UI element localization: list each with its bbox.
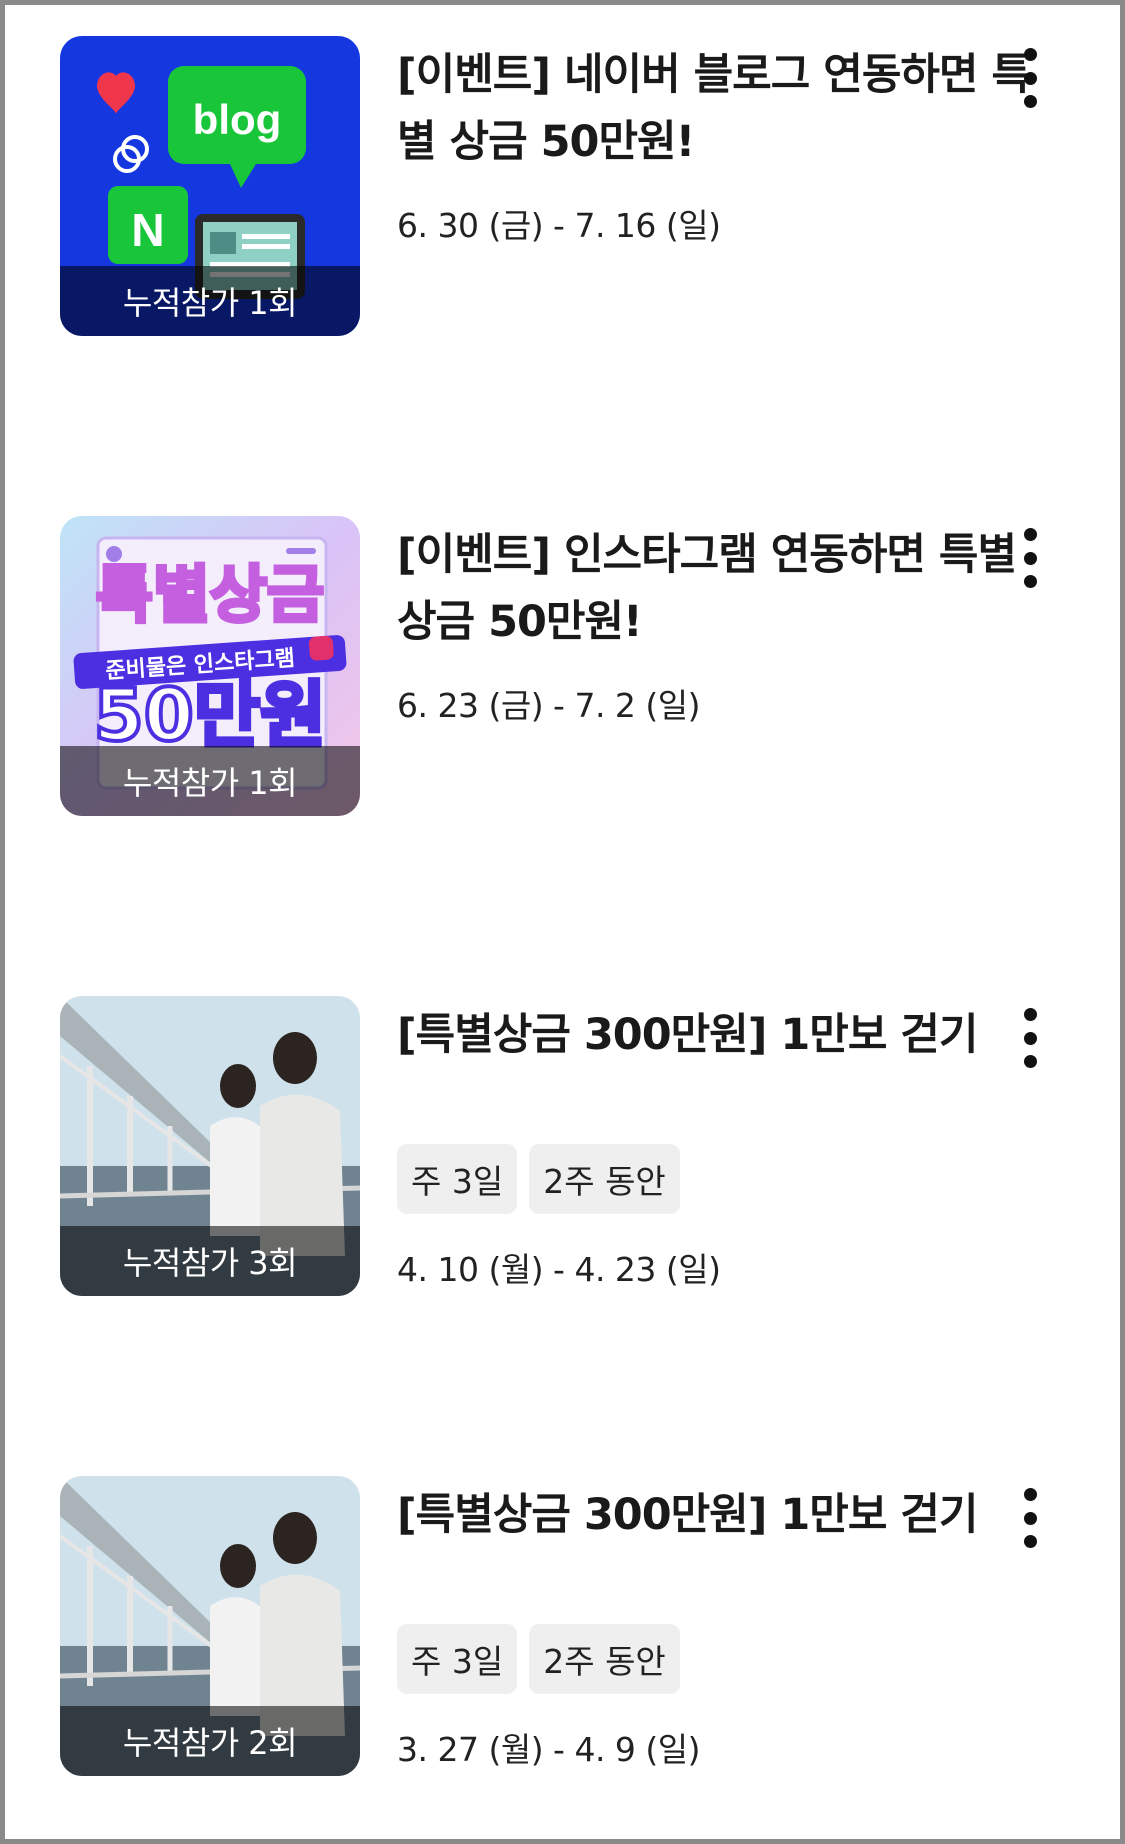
tag-list: 주 3일 2주 동안 (397, 1624, 680, 1694)
svg-text:N: N (131, 204, 164, 256)
more-vertical-icon[interactable] (1010, 528, 1050, 588)
event-title[interactable]: [이벤트] 네이버 블로그 연동하면 특별 상금 50만원! (397, 42, 1047, 176)
svg-text:blog: blog (193, 96, 282, 143)
event-title[interactable]: [특별상금 300만원] 1만보 걷기 (397, 1482, 1047, 1549)
duration-tag: 2주 동안 (529, 1144, 680, 1214)
event-card-instagram[interactable]: 특별상금 준비물은 인스타그램 50만원 누적참가 1회 [이벤트] 인스타그램… (60, 516, 1060, 816)
more-vertical-icon[interactable] (1010, 1488, 1050, 1548)
event-card-naver-blog[interactable]: blog N 누적참가 1회 [이벤트] 네이버 블로그 연동하면 특별 상금 … (60, 36, 1060, 336)
tag-list: 주 3일 2주 동안 (397, 1144, 680, 1214)
event-title[interactable]: [특별상금 300만원] 1만보 걷기 (397, 1002, 1047, 1069)
more-vertical-icon[interactable] (1010, 1008, 1050, 1068)
participation-count: 누적참가 1회 (60, 746, 360, 816)
more-vertical-icon[interactable] (1010, 48, 1050, 108)
event-thumbnail[interactable]: 특별상금 준비물은 인스타그램 50만원 누적참가 1회 (60, 516, 360, 816)
frequency-tag: 주 3일 (397, 1624, 518, 1694)
event-thumbnail[interactable]: 누적참가 3회 (60, 996, 360, 1296)
event-card-walking-1[interactable]: 누적참가 3회 [특별상금 300만원] 1만보 걷기 주 3일 2주 동안 4… (60, 996, 1060, 1296)
event-thumbnail[interactable]: blog N 누적참가 1회 (60, 36, 360, 336)
svg-text:특별상금: 특별상금 (96, 558, 324, 631)
participation-count: 누적참가 3회 (60, 1226, 360, 1296)
frequency-tag: 주 3일 (397, 1144, 518, 1214)
event-date: 4. 10 (월) - 4. 23 (일) (397, 1250, 721, 1289)
duration-tag: 2주 동안 (529, 1624, 680, 1694)
event-thumbnail[interactable]: 누적참가 2회 (60, 1476, 360, 1776)
participation-count: 누적참가 1회 (60, 266, 360, 336)
event-date: 6. 23 (금) - 7. 2 (일) (397, 686, 701, 725)
event-card-walking-2[interactable]: 누적참가 2회 [특별상금 300만원] 1만보 걷기 주 3일 2주 동안 3… (60, 1476, 1060, 1776)
event-date: 3. 27 (월) - 4. 9 (일) (397, 1730, 701, 1769)
event-date: 6. 30 (금) - 7. 16 (일) (397, 206, 721, 245)
svg-text:50만원: 50만원 (94, 673, 327, 757)
participation-count: 누적참가 2회 (60, 1706, 360, 1776)
event-title[interactable]: [이벤트] 인스타그램 연동하면 특별 상금 50만원! (397, 522, 1047, 656)
